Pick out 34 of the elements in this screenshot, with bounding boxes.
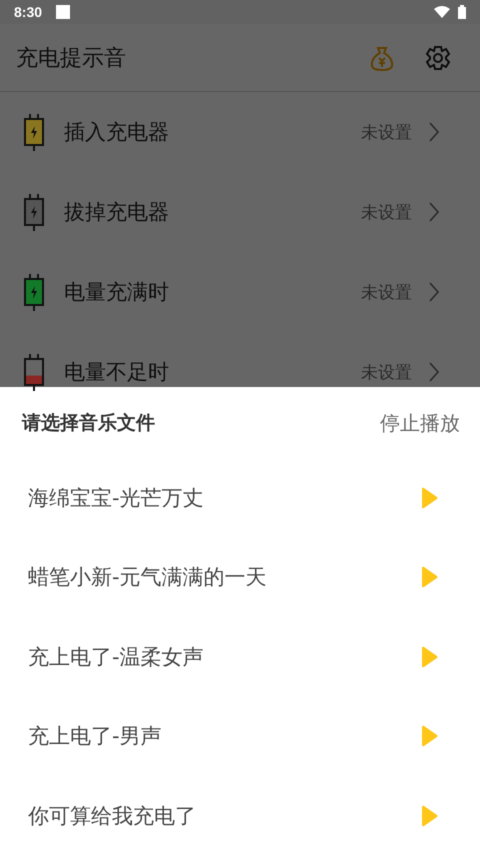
track-name[interactable]: 蜡笔小新-元气满满的一天 (28, 563, 267, 592)
settings-icon[interactable] (424, 44, 452, 72)
battery-icon (22, 352, 46, 392)
battery-icon (458, 5, 466, 19)
battery-icon (22, 192, 46, 232)
status-time: 8:30 (14, 4, 42, 20)
setting-label: 插入充电器 (64, 119, 169, 146)
track-name[interactable]: 充上电了-男声 (28, 722, 162, 750)
track-name[interactable]: 充上电了-温柔女声 (28, 642, 204, 671)
chevron-right-icon (428, 361, 440, 383)
play-icon[interactable] (420, 725, 438, 748)
notification-icon (56, 5, 70, 19)
chevron-right-icon (428, 121, 440, 143)
play-icon[interactable] (420, 646, 438, 668)
setting-value: 未设置 (361, 122, 412, 144)
battery-icon (22, 112, 46, 152)
setting-label: 拔掉充电器 (64, 199, 169, 226)
play-icon[interactable] (420, 566, 438, 588)
setting-value: 未设置 (361, 362, 412, 384)
chevron-right-icon (428, 281, 440, 303)
play-icon[interactable] (420, 486, 438, 509)
setting-value: 未设置 (361, 202, 412, 224)
track-name[interactable]: 你可算给我充电了 (28, 802, 196, 830)
app-title: 充电提示音 (16, 44, 126, 72)
setting-value: 未设置 (361, 282, 412, 304)
setting-label: 电量不足时 (64, 359, 169, 386)
chevron-right-icon (428, 201, 440, 223)
play-icon[interactable] (420, 804, 438, 827)
battery-icon (22, 272, 46, 312)
setting-label: 电量充满时 (64, 279, 169, 306)
sheet-title: 请选择音乐文件 (22, 411, 155, 436)
wifi-icon (434, 6, 450, 18)
stop-button[interactable]: 停止播放 (380, 410, 460, 436)
track-name[interactable]: 海绵宝宝-光芒万丈 (28, 484, 204, 512)
